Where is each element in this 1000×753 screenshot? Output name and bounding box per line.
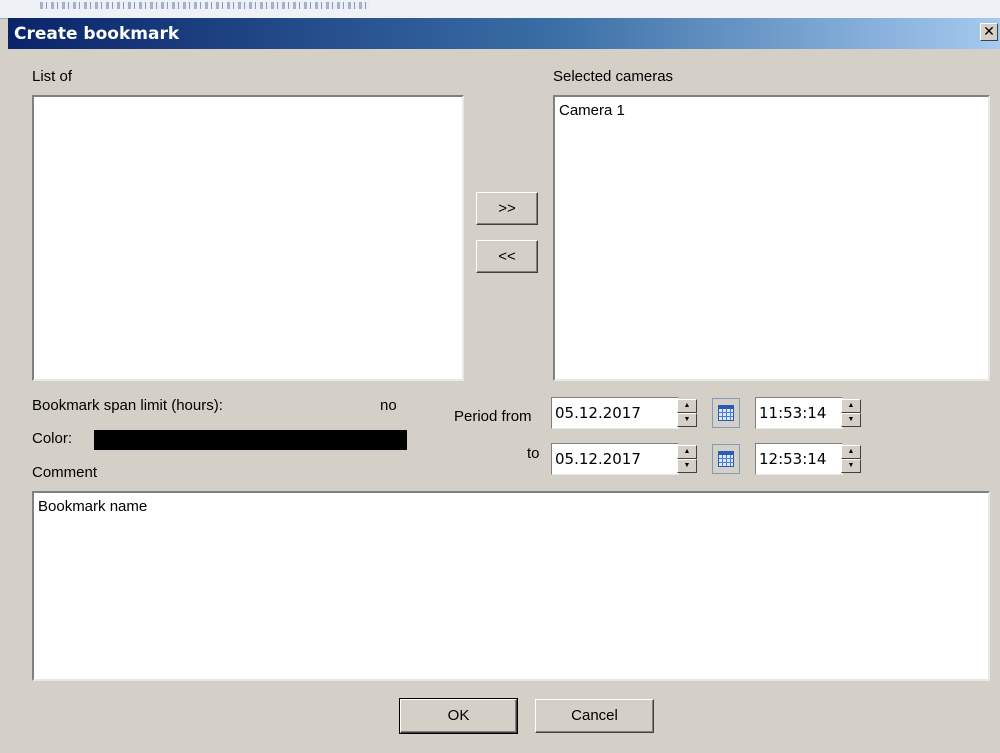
up-arrow-icon[interactable]: ▲: [677, 399, 697, 413]
remove-camera-button[interactable]: <<: [476, 240, 538, 273]
color-label: Color:: [32, 430, 73, 447]
down-arrow-icon[interactable]: ▼: [677, 413, 697, 427]
from-date-calendar-button[interactable]: [712, 398, 740, 428]
dialog-title: Create bookmark: [14, 24, 180, 44]
calendar-icon: [718, 405, 734, 421]
to-time-field[interactable]: 12:53:14: [755, 443, 843, 475]
cancel-button[interactable]: Cancel: [535, 699, 654, 733]
down-arrow-icon[interactable]: ▼: [841, 413, 861, 427]
list-item[interactable]: Camera 1: [555, 97, 988, 124]
selected-list-label: Selected cameras: [553, 68, 674, 85]
comment-label: Comment: [32, 464, 98, 481]
available-list-label: List of: [32, 68, 73, 85]
dialog-titlebar: Create bookmark ✕: [8, 18, 1000, 49]
from-date-field[interactable]: 05.12.2017: [551, 397, 679, 429]
ok-button[interactable]: OK: [399, 698, 518, 734]
to-date-calendar-button[interactable]: [712, 444, 740, 474]
down-arrow-icon[interactable]: ▼: [677, 459, 697, 473]
create-bookmark-dialog: List of >> << Selected cameras Camera 1 …: [8, 49, 1000, 753]
to-date-field[interactable]: 05.12.2017: [551, 443, 679, 475]
from-time-field[interactable]: 11:53:14: [755, 397, 843, 429]
close-icon: ✕: [983, 24, 995, 40]
calendar-icon: [718, 451, 734, 467]
close-button[interactable]: ✕: [980, 23, 998, 41]
color-swatch[interactable]: [94, 430, 407, 450]
selected-cameras-list[interactable]: Camera 1: [553, 95, 990, 381]
add-camera-button[interactable]: >>: [476, 192, 538, 225]
up-arrow-icon[interactable]: ▲: [841, 445, 861, 459]
available-cameras-list[interactable]: [32, 95, 464, 381]
span-limit-label: Bookmark span limit (hours):: [32, 397, 223, 414]
period-from-label: Period from: [454, 408, 532, 425]
background-text-fragment: [40, 2, 370, 9]
down-arrow-icon[interactable]: ▼: [841, 459, 861, 473]
up-arrow-icon[interactable]: ▲: [841, 399, 861, 413]
up-arrow-icon[interactable]: ▲: [677, 445, 697, 459]
comment-text: Bookmark name: [38, 498, 148, 515]
comment-textarea[interactable]: Bookmark name: [32, 491, 990, 681]
span-limit-value: no: [380, 397, 397, 414]
background-window-strip: [0, 0, 1000, 19]
period-to-label: to: [527, 445, 540, 462]
